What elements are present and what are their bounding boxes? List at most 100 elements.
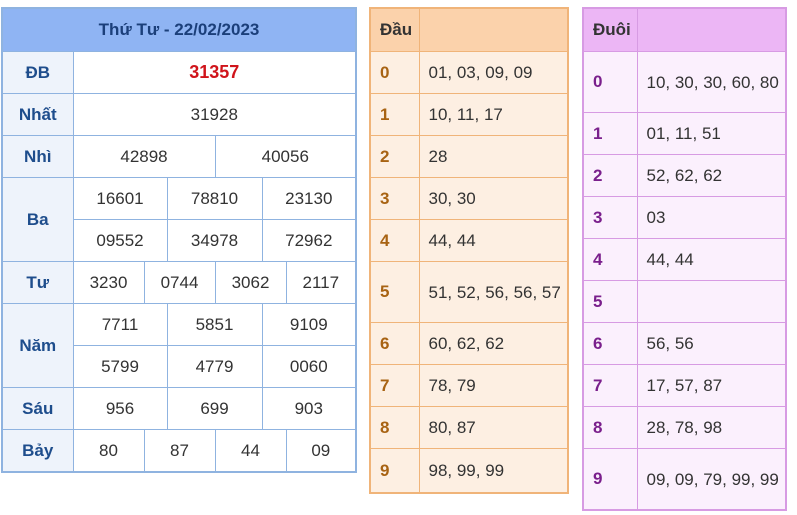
tail-row: 7 17, 57, 87 — [582, 364, 787, 407]
prize-value-nhi: 42898 — [72, 135, 216, 178]
tail-row: 0 10, 30, 30, 60, 80 — [582, 51, 787, 113]
results-table: Thứ Tư - 22/02/2023 ĐB 31357 Nhất 31928 … — [1, 7, 358, 473]
prize-row-ba: Ba 16601 78810 23130 — [1, 177, 357, 262]
prize-label-nhi: Nhì — [1, 135, 74, 178]
tail-values: 10, 30, 30, 60, 80 — [636, 51, 787, 113]
tail-values — [636, 280, 787, 323]
head-table: Đầu 0 01, 03, 09, 09 1 10, 11, 17 2 28 3 30,… — [369, 7, 569, 494]
prize-row-nam: Năm 7711 5851 9109 — [1, 303, 357, 388]
prize-row-nhi: Nhì 42898 40056 — [1, 135, 357, 178]
prize-label-nam: Năm — [1, 303, 74, 388]
prize-row-sau: Sáu 956 699 903 — [1, 387, 357, 430]
prize-label-nhat: Nhất — [1, 93, 74, 136]
prize-value-nhi: 40056 — [214, 135, 357, 178]
head-row: 7 78, 79 — [369, 364, 569, 407]
tail-header: Đuôi — [582, 7, 638, 52]
prize-row-bay: Bảy 80 87 44 09 — [1, 429, 357, 473]
head-digit: 6 — [369, 322, 420, 365]
prize-value-sau: 699 — [166, 387, 263, 430]
tail-digit: 6 — [582, 322, 638, 365]
head-values: 78, 79 — [418, 364, 569, 407]
head-digit: 1 — [369, 93, 420, 136]
head-values: 44, 44 — [418, 219, 569, 262]
prize-value-sau: 956 — [72, 387, 168, 430]
head-row: 2 28 — [369, 135, 569, 178]
prize-value-nam: 5851 — [166, 303, 263, 346]
tail-digit: 8 — [582, 406, 638, 449]
head-digit: 2 — [369, 135, 420, 178]
prize-value-ba: 09552 — [72, 219, 168, 262]
head-digit: 5 — [369, 261, 420, 323]
head-row: 8 80, 87 — [369, 406, 569, 449]
tail-values: 17, 57, 87 — [636, 364, 787, 407]
tail-row: 6 56, 56 — [582, 322, 787, 365]
prize-value-nam: 4779 — [166, 345, 263, 388]
head-values: 01, 03, 09, 09 — [418, 51, 569, 94]
head-values: 10, 11, 17 — [418, 93, 569, 136]
prize-value-ba: 34978 — [166, 219, 263, 262]
prize-label-bay: Bảy — [1, 429, 74, 473]
results-title: Thứ Tư - 22/02/2023 — [1, 7, 357, 52]
prize-value-nam: 7711 — [72, 303, 168, 346]
tail-header-row: Đuôi — [582, 7, 787, 52]
head-row: 3 30, 30 — [369, 177, 569, 220]
prize-value-bay: 80 — [72, 429, 145, 473]
head-row: 4 44, 44 — [369, 219, 569, 262]
prize-row-nhat: Nhất 31928 — [1, 93, 357, 136]
prize-row-db: ĐB 31357 — [1, 51, 357, 94]
tail-digit: 4 — [582, 238, 638, 281]
tail-digit: 9 — [582, 448, 638, 511]
prize-value-nhat: 31928 — [72, 93, 357, 136]
prize-row-tu: Tư 3230 0744 3062 2117 — [1, 261, 357, 304]
head-digit: 8 — [369, 406, 420, 449]
tail-row: 4 44, 44 — [582, 238, 787, 281]
tail-digit: 7 — [582, 364, 638, 407]
prize-value-tu: 3230 — [72, 261, 145, 304]
tail-values: 44, 44 — [636, 238, 787, 281]
tail-header-blank — [636, 7, 787, 52]
tail-values: 01, 11, 51 — [636, 112, 787, 155]
head-digit: 4 — [369, 219, 420, 262]
head-row: 9 98, 99, 99 — [369, 448, 569, 494]
prize-value-bay: 44 — [214, 429, 287, 473]
tail-values: 09, 09, 79, 99, 99 — [636, 448, 787, 511]
prize-value-bay: 09 — [285, 429, 357, 473]
prize-value-bay: 87 — [143, 429, 216, 473]
head-digit: 3 — [369, 177, 420, 220]
tail-row: 3 03 — [582, 196, 787, 239]
tail-values: 52, 62, 62 — [636, 154, 787, 197]
head-digit: 7 — [369, 364, 420, 407]
head-digit: 0 — [369, 51, 420, 94]
prize-value-tu: 3062 — [214, 261, 287, 304]
prize-value-tu: 0744 — [143, 261, 216, 304]
head-row: 5 51, 52, 56, 56, 57 — [369, 261, 569, 323]
prize-value-ba: 23130 — [261, 177, 357, 220]
tail-row: 9 09, 09, 79, 99, 99 — [582, 448, 787, 511]
tail-row: 1 01, 11, 51 — [582, 112, 787, 155]
prize-value-tu: 2117 — [285, 261, 357, 304]
head-values: 98, 99, 99 — [418, 448, 569, 494]
results-title-row: Thứ Tư - 22/02/2023 — [1, 7, 357, 52]
prize-value-ba: 72962 — [261, 219, 357, 262]
head-values: 28 — [418, 135, 569, 178]
head-header-row: Đầu — [369, 7, 569, 52]
head-digit: 9 — [369, 448, 420, 494]
head-header-blank — [418, 7, 569, 52]
prize-label-ba: Ba — [1, 177, 74, 262]
prize-value-nam: 0060 — [261, 345, 357, 388]
prize-value-db: 31357 — [72, 51, 357, 94]
prize-value-ba: 78810 — [166, 177, 263, 220]
tail-values: 28, 78, 98 — [636, 406, 787, 449]
head-row: 6 60, 62, 62 — [369, 322, 569, 365]
prize-value-sau: 903 — [261, 387, 357, 430]
tail-values: 03 — [636, 196, 787, 239]
tail-values: 56, 56 — [636, 322, 787, 365]
tail-table: Đuôi 0 10, 30, 30, 60, 80 1 01, 11, 51 2 52… — [582, 7, 787, 511]
prize-value-ba: 16601 — [72, 177, 168, 220]
head-values: 51, 52, 56, 56, 57 — [418, 261, 569, 323]
tail-row: 8 28, 78, 98 — [582, 406, 787, 449]
head-values: 60, 62, 62 — [418, 322, 569, 365]
tail-digit: 0 — [582, 51, 638, 113]
tail-row: 5 — [582, 280, 787, 323]
head-values: 30, 30 — [418, 177, 569, 220]
